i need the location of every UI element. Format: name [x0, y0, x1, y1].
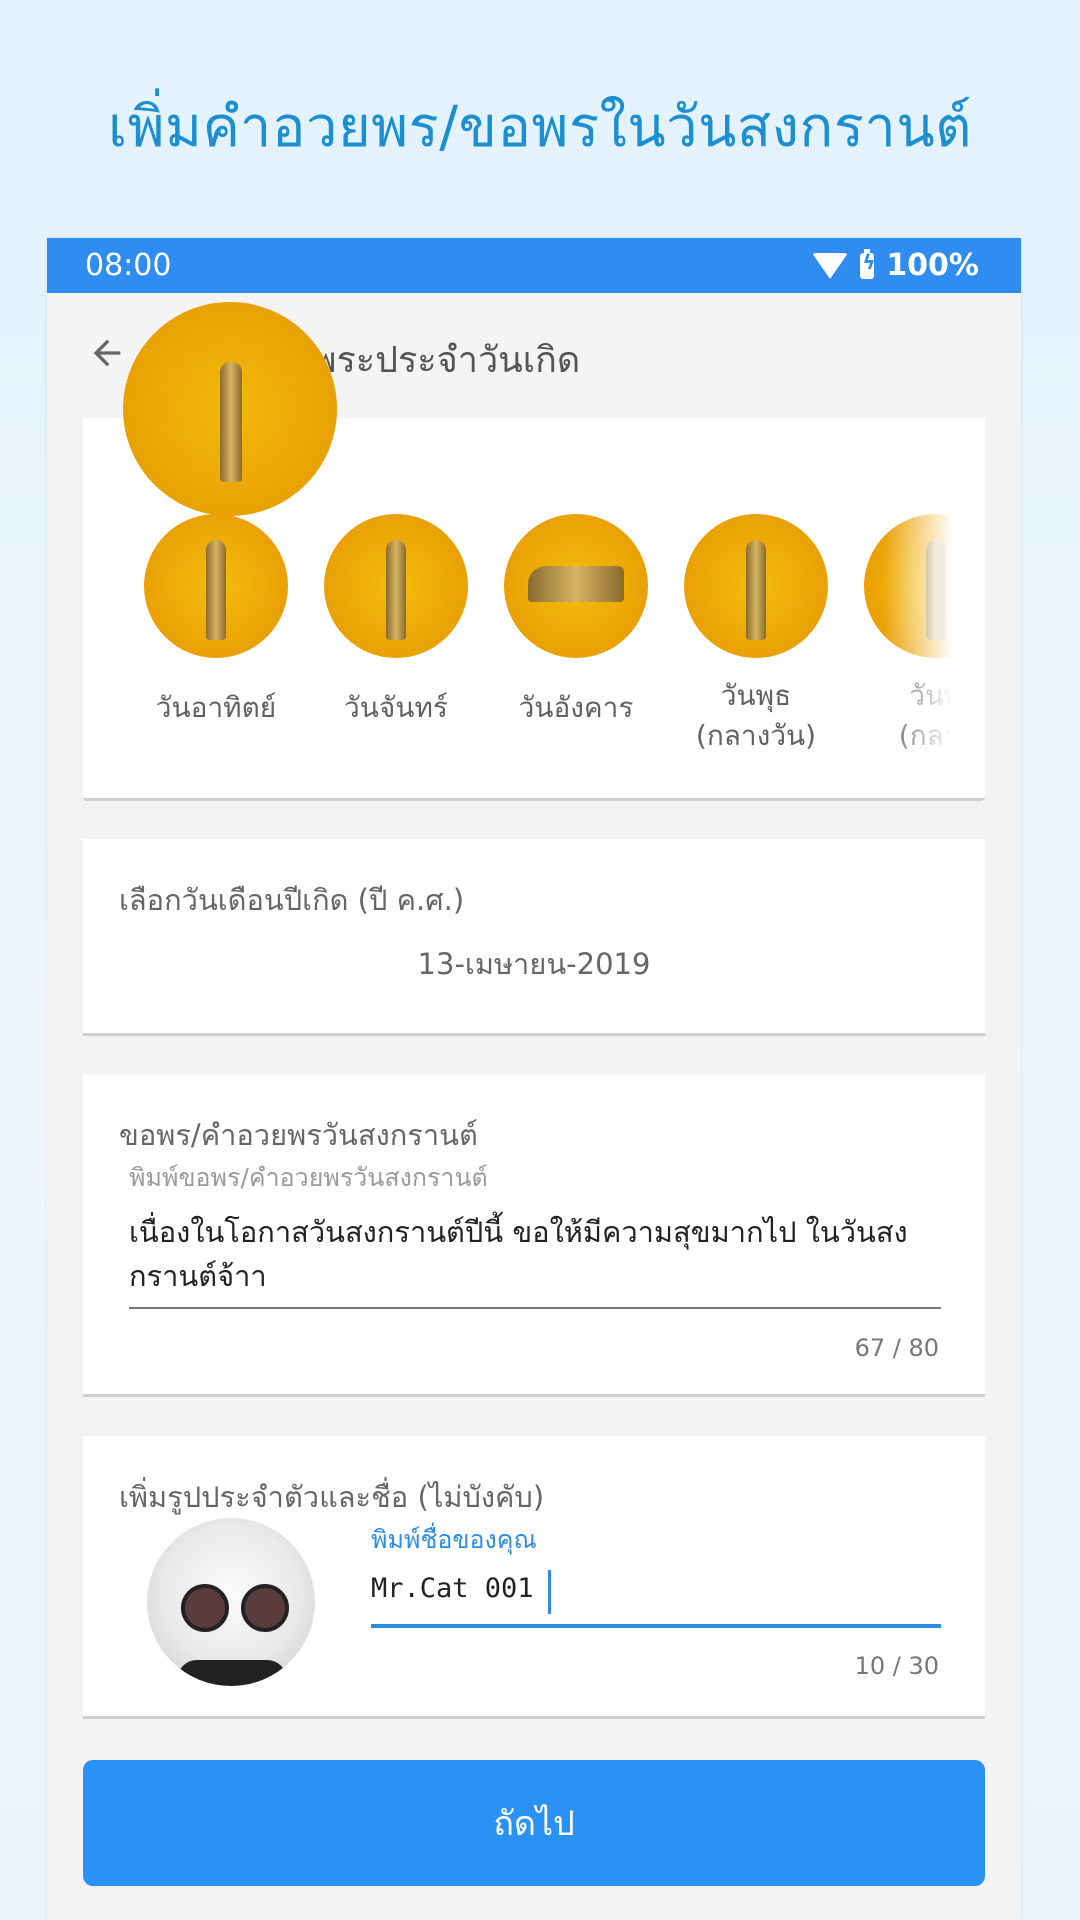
- buddha-selector-card: วันอาทิตย์ วันจันทร์ วันอังคาร วันพุธ (กลาง…: [83, 302, 985, 801]
- battery-percent: 100%: [886, 248, 979, 283]
- profile-label: เพิ่มรูปประจำตัวและชื่อ (ไม่บังคับ): [119, 1480, 545, 1514]
- buddha-image: [324, 514, 468, 658]
- buddha-day-label: วันอังคาร: [518, 691, 634, 724]
- profile-card: เพิ่มรูปประจำตัวและชื่อ (ไม่บังคับ) พิมพ…: [83, 1436, 985, 1719]
- wish-text-field[interactable]: เนื่องในโอกาสวันสงกรานต์ปีนี้ ขอให้มีควา…: [129, 1210, 929, 1298]
- birth-date-value[interactable]: 13-เมษายน-2019: [83, 941, 985, 987]
- sunglasses-right: [241, 1584, 289, 1632]
- wish-char-counter: 67 / 80: [854, 1334, 939, 1362]
- buddha-statue-icon: [206, 540, 226, 640]
- wifi-icon: [812, 252, 849, 279]
- name-hint: พิมพ์ชื่อของคุณ: [371, 1525, 537, 1554]
- status-icons: 100%: [812, 248, 979, 283]
- status-bar: 08:00 100%: [47, 238, 1021, 293]
- buddha-day-item[interactable]: วันพุธ (กลางวัน): [671, 514, 841, 754]
- selected-buddha-image: [123, 302, 337, 516]
- battery-charging-icon: [860, 248, 876, 279]
- buddha-day-item[interactable]: วันอังคาร: [491, 514, 661, 728]
- buddha-day-label: วันพุธ (กลางวัน): [695, 679, 817, 752]
- buddha-day-item[interactable]: วันจันทร์: [311, 514, 481, 728]
- wish-hint: พิมพ์ขอพร/คำอวยพรวันสงกรานต์: [129, 1163, 488, 1192]
- buddha-statue-icon: [386, 540, 406, 640]
- scroll-fade: [883, 514, 953, 754]
- buddha-day-item[interactable]: วันอาทิตย์: [131, 514, 301, 728]
- promo-title: เพิ่มคำอวยพร/ขอพรในวันสงกรานต์: [108, 95, 972, 160]
- cat-collar: [177, 1660, 287, 1686]
- buddha-statue-icon: [746, 540, 766, 640]
- wish-label: ขอพร/คำอวยพรวันสงกรานต์: [119, 1118, 478, 1152]
- buddha-statue-icon: [220, 362, 242, 482]
- buddha-day-label: วันอาทิตย์: [155, 691, 277, 724]
- buddha-image: [684, 514, 828, 658]
- buddha-image: [144, 514, 288, 658]
- phone-screen: 08:00 100% สรงน้ำพระประจำวันเกิด วันอาทิ…: [47, 238, 1021, 1920]
- sunglasses-left: [181, 1584, 229, 1632]
- buddha-statue-icon: [528, 566, 624, 602]
- profile-avatar[interactable]: [147, 1518, 315, 1686]
- name-field-underline: [371, 1624, 941, 1628]
- status-time: 08:00: [85, 248, 172, 283]
- birth-date-label: เลือกวันเดือนปีเกิด (ปี ค.ศ.): [119, 883, 465, 917]
- wish-field-underline: [129, 1307, 941, 1309]
- buddha-day-list[interactable]: วันอาทิตย์ วันจันทร์ วันอังคาร วันพุธ (กลาง…: [83, 514, 953, 754]
- name-input[interactable]: [371, 1560, 941, 1616]
- arrow-left-icon[interactable]: [87, 333, 127, 373]
- text-caret: [548, 1570, 551, 1614]
- buddha-image: [504, 514, 648, 658]
- next-button[interactable]: ถัดไป: [83, 1760, 985, 1886]
- name-char-counter: 10 / 30: [854, 1652, 939, 1680]
- birth-date-card: เลือกวันเดือนปีเกิด (ปี ค.ศ.) 13-เมษายน-…: [83, 839, 985, 1036]
- buddha-day-label: วันจันทร์: [344, 691, 448, 724]
- wish-card: ขอพร/คำอวยพรวันสงกรานต์ พิมพ์ขอพร/คำอวยพ…: [83, 1074, 985, 1397]
